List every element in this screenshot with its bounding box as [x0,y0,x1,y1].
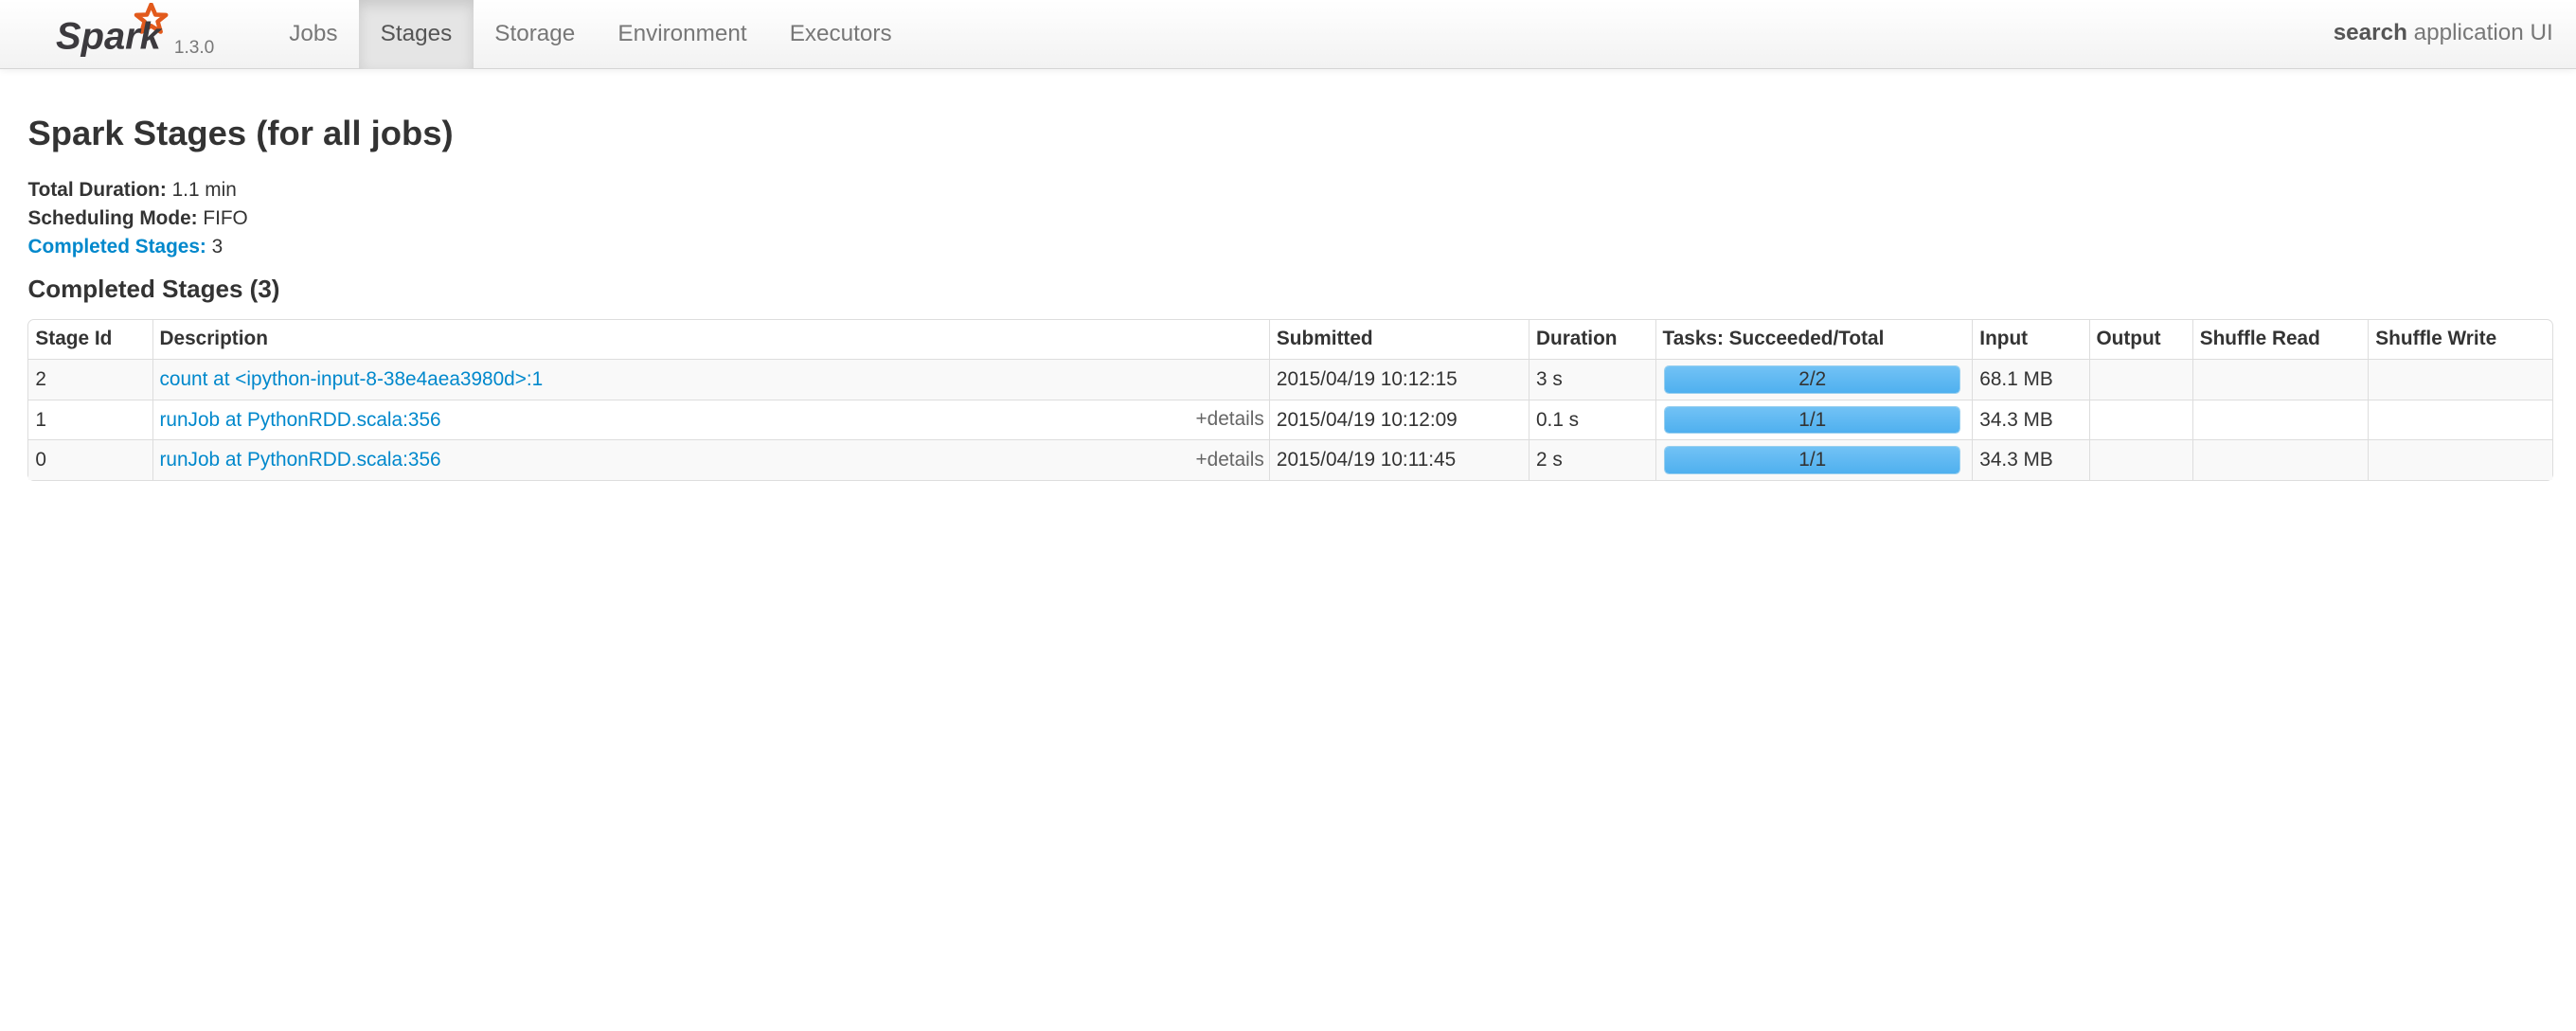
navbar: Spark 1.3.0 Jobs Stages Storage Environm… [0,0,2576,69]
version-label: 1.3.0 [173,37,215,58]
scheduling-mode-label: Scheduling Mode: [27,206,198,229]
stage-id-cell: 2 [28,359,152,400]
tab-executors[interactable]: Executors [768,0,913,69]
stage-id-cell: 1 [28,399,152,440]
header-shuffle-read[interactable]: Shuffle Read [2191,319,2369,360]
description-cell: count at <ipython-input-8-38e4aea3980d>:… [152,359,1269,400]
submitted-cell: 2015/04/19 10:11:45 [1268,439,1530,481]
submitted-cell: 2015/04/19 10:12:09 [1268,399,1530,440]
search-bold: search [2333,20,2407,45]
table-row: 2 count at <ipython-input-8-38e4aea3980d… [28,359,2552,400]
output-cell [2088,359,2192,400]
description-cell: runJob at PythonRDD.scala:356 +details [152,439,1269,481]
total-duration-value: 1.1 min [171,178,237,201]
stage-description-link[interactable]: count at <ipython-input-8-38e4aea3980d>:… [160,368,544,390]
shuffle-read-cell [2191,399,2369,440]
tab-jobs[interactable]: Jobs [268,0,359,69]
progress-label: 1/1 [1798,449,1827,471]
header-description[interactable]: Description [152,319,1269,360]
spark-logo[interactable]: Spark 1.3.0 [56,3,237,65]
scheduling-mode-value: FIFO [203,206,248,229]
stage-description-link[interactable]: runJob at PythonRDD.scala:356 [160,449,441,471]
spark-star-icon: Spark [56,3,169,58]
nav-tabs: Jobs Stages Storage Environment Executor… [268,0,913,69]
tasks-cell: 2/2 [1655,359,1973,400]
table-row: 0 runJob at PythonRDD.scala:356 +details… [28,439,2552,481]
output-cell [2088,439,2192,481]
tasks-cell: 1/1 [1655,439,1973,481]
shuffle-read-cell [2191,359,2369,400]
tasks-progress-bar: 2/2 [1664,365,1961,394]
completed-stages-heading: Completed Stages (3) [27,274,280,303]
table-header-row: Stage Id Description Submitted Duration … [28,319,2551,360]
duration-cell: 3 s [1529,359,1655,400]
shuffle-write-cell [2368,359,2552,400]
scheduling-mode-item: Scheduling Mode: FIFO [27,204,247,233]
brand-text: Spark [56,16,163,58]
input-cell: 34.3 MB [1972,439,2089,481]
header-stage-id[interactable]: Stage Id [28,320,152,360]
input-cell: 34.3 MB [1972,399,2089,440]
details-toggle[interactable]: +details [1196,408,1264,431]
shuffle-read-cell [2191,439,2369,481]
input-cell: 68.1 MB [1972,359,2089,400]
output-cell [2088,399,2192,440]
duration-cell: 2 s [1529,439,1655,481]
completed-stages-link[interactable]: Completed Stages: [27,236,206,258]
total-duration-item: Total Duration: 1.1 min [27,176,247,204]
summary-list: Total Duration: 1.1 min Scheduling Mode:… [27,176,247,262]
tab-environment[interactable]: Environment [597,0,768,69]
stage-description-link[interactable]: runJob at PythonRDD.scala:356 [160,409,441,431]
stage-id-cell: 0 [28,439,152,481]
shuffle-write-cell [2368,439,2552,481]
table-row: 1 runJob at PythonRDD.scala:356 +details… [28,399,2552,440]
description-cell: runJob at PythonRDD.scala:356 +details [152,399,1269,440]
header-output[interactable]: Output [2088,319,2192,360]
stages-table: Stage Id Description Submitted Duration … [27,318,2553,482]
header-duration[interactable]: Duration [1529,319,1655,360]
shuffle-write-cell [2368,399,2552,440]
tab-storage[interactable]: Storage [474,0,597,69]
header-submitted[interactable]: Submitted [1268,319,1529,360]
progress-label: 2/2 [1798,368,1827,391]
completed-stages-value: 3 [211,236,224,258]
duration-cell: 0.1 s [1529,399,1655,440]
header-tasks[interactable]: Tasks: Succeeded/Total [1655,319,1973,360]
progress-label: 1/1 [1798,408,1827,431]
completed-stages-label: Completed Stages: [27,236,206,258]
tasks-cell: 1/1 [1655,399,1973,440]
tasks-progress-bar: 1/1 [1664,405,1961,435]
total-duration-label: Total Duration: [27,178,167,201]
submitted-cell: 2015/04/19 10:12:15 [1268,359,1530,400]
tab-stages[interactable]: Stages [359,0,474,69]
page-title: Spark Stages (for all jobs) [27,113,454,152]
header-input[interactable]: Input [1972,319,2088,360]
completed-stages-item: Completed Stages: 3 [27,233,247,261]
app-ui-title: search application UI [2334,0,2553,65]
tasks-progress-bar: 1/1 [1664,446,1961,475]
details-toggle[interactable]: +details [1196,449,1264,471]
search-rest: application UI [2406,20,2553,45]
header-shuffle-write[interactable]: Shuffle Write [2368,319,2551,360]
